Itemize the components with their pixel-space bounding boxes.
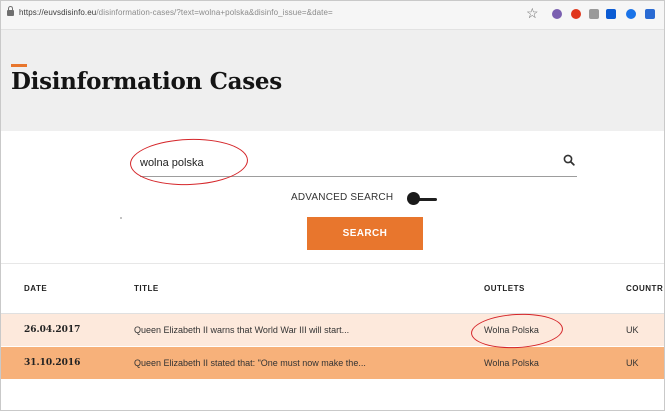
bookmark-star-icon[interactable]: ☆ [526,5,539,22]
row-title-link[interactable]: Queen Elizabeth II stated that: "One mus… [134,358,366,368]
row-country: UK [626,325,639,335]
column-header-title[interactable]: TITLE [134,284,159,293]
extension-icon-6[interactable] [645,9,655,19]
advanced-search-label: ADVANCED SEARCH [291,192,394,203]
row-outlet: Wolna Polska [484,325,539,335]
row-date: 26.04.2017 [24,325,81,335]
extension-icon-1[interactable] [552,9,562,19]
stray-dot [120,217,122,219]
url-text[interactable]: https://euvsdisinfo.eu/disinformation-ca… [19,8,333,17]
column-header-outlets[interactable]: OUTLETS [484,284,525,293]
column-header-country[interactable]: COUNTR [626,284,663,293]
table-header [1,267,665,314]
column-header-date[interactable]: DATE [24,284,47,293]
row-country: UK [626,358,639,368]
search-button[interactable]: SEARCH [307,217,423,250]
extension-icon-5[interactable] [626,9,636,19]
row-outlet: Wolna Polska [484,358,539,368]
row-date: 31.10.2016 [24,358,81,368]
search-input-underline [140,176,577,177]
row-title-link[interactable]: Queen Elizabeth II warns that World War … [134,325,349,335]
page-title: Disinformation Cases [11,68,282,95]
extension-icon-3[interactable] [589,9,599,19]
search-icon[interactable] [563,154,575,166]
title-accent-line [11,64,27,67]
advanced-search-toggle[interactable] [407,192,420,205]
extension-icon-2[interactable] [571,9,581,19]
browser-address-bar[interactable]: https://euvsdisinfo.eu/disinformation-ca… [1,1,665,30]
lock-icon [7,6,14,16]
extension-icon-4[interactable] [606,9,616,19]
search-input[interactable] [140,151,540,175]
